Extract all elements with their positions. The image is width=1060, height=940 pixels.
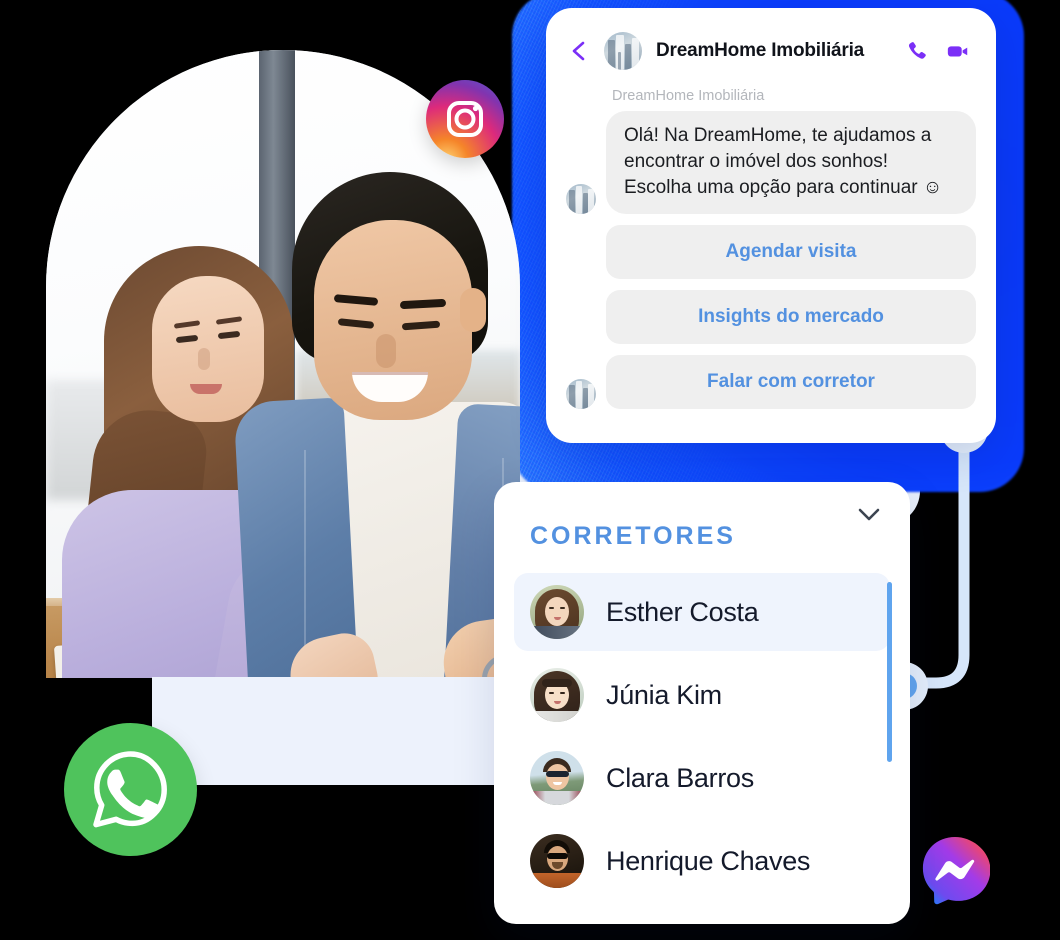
chat-header: DreamHome Imobiliária — [546, 8, 996, 82]
chevron-left-icon[interactable] — [568, 40, 590, 62]
agent-row-junia-kim[interactable]: Júnia Kim — [514, 656, 890, 734]
quick-reply-row: Insights do mercado — [566, 289, 976, 344]
messenger-icon[interactable] — [920, 835, 991, 905]
company-avatar-small — [566, 378, 596, 409]
agent-row-clara-barros[interactable]: Clara Barros — [514, 739, 890, 817]
message-sender-label: DreamHome Imobiliária — [612, 88, 765, 104]
company-avatar-small — [566, 183, 596, 214]
chat-header-actions — [905, 39, 974, 63]
agent-name: Esther Costa — [606, 596, 759, 627]
video-camera-icon[interactable] — [946, 39, 970, 63]
canvas: DreamHome Imobiliária DreamHome Imobiliá… — [0, 0, 1060, 940]
chevron-down-icon[interactable] — [858, 508, 880, 522]
bot-message-bubble: Olá! Na DreamHome, te ajudamos a encontr… — [606, 111, 976, 214]
company-avatar — [604, 32, 642, 70]
avatar — [530, 585, 584, 639]
agent-name: Henrique Chaves — [606, 845, 811, 876]
agent-name: Júnia Kim — [606, 679, 722, 710]
whatsapp-icon[interactable] — [64, 723, 197, 856]
quick-reply-row: Falar com corretor — [566, 354, 976, 409]
corretores-title: CORRETORES — [530, 522, 736, 550]
avatar — [530, 834, 584, 888]
phone-icon[interactable] — [905, 39, 929, 63]
agent-row-henrique-chaves[interactable]: Henrique Chaves — [514, 822, 890, 900]
chat-title: DreamHome Imobiliária — [656, 40, 865, 61]
avatar — [530, 751, 584, 805]
quick-reply-row: Agendar visita — [566, 224, 976, 279]
quick-reply-agendar-visita[interactable]: Agendar visita — [606, 224, 976, 279]
agent-row-esther-costa[interactable]: Esther Costa — [514, 573, 890, 651]
agent-list: Esther Costa Júnia Kim Clara Barros Henr… — [494, 551, 910, 900]
agent-list-scrollbar[interactable] — [887, 582, 892, 762]
quick-reply-falar-com-corretor[interactable]: Falar com corretor — [606, 354, 976, 409]
agent-name: Clara Barros — [606, 762, 754, 793]
instagram-icon[interactable] — [426, 80, 504, 158]
chat-body: DreamHome Imobiliária Olá! Na DreamHome,… — [546, 88, 996, 409]
quick-reply-insights-do-mercado[interactable]: Insights do mercado — [606, 289, 976, 344]
corretores-card: CORRETORES Esther Costa Júnia Kim Clara … — [494, 482, 910, 924]
avatar — [530, 668, 584, 722]
message-row: Olá! Na DreamHome, te ajudamos a encontr… — [566, 111, 976, 214]
chat-card: DreamHome Imobiliária DreamHome Imobiliá… — [546, 8, 996, 443]
